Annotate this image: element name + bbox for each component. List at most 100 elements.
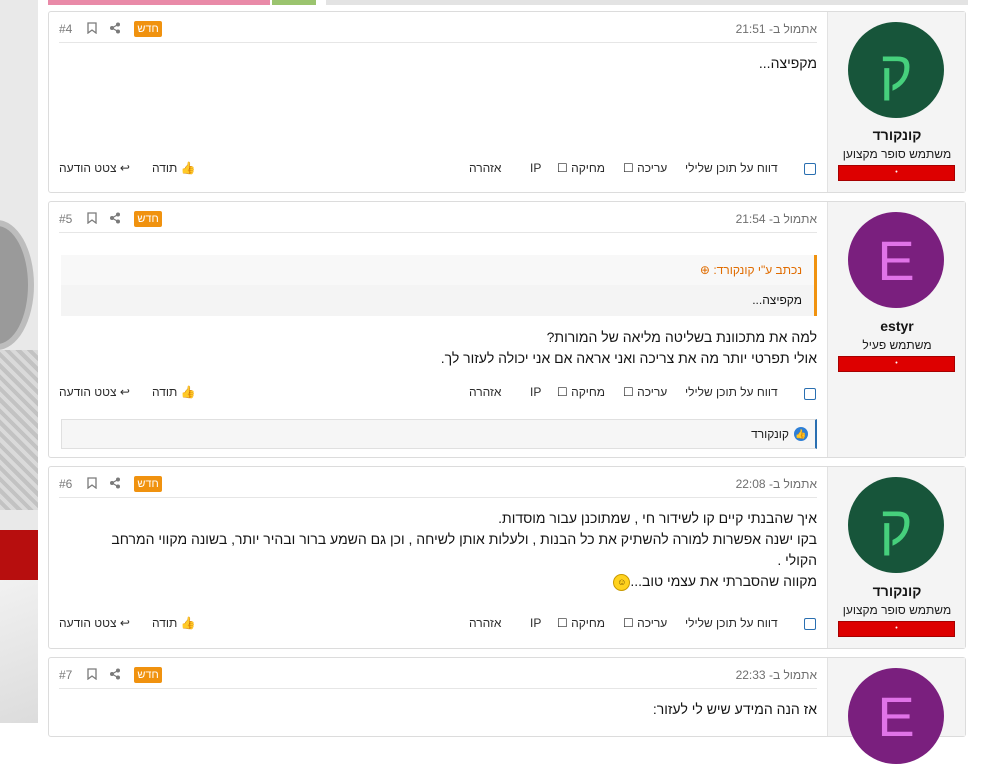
quote-label: צטט הודעה (59, 616, 117, 630)
message-line: אז הנה המידע שיש לי לעזור: (652, 701, 817, 717)
quote-block: נכתב ע"י קונקורד: ⊕ מקפיצה... (61, 255, 817, 316)
left-background-decoration (0, 0, 38, 723)
select-post-checkbox[interactable] (804, 388, 816, 400)
post-timestamp[interactable]: אתמול ב- 21:54 (736, 212, 817, 226)
reply-icon: ↩ (116, 385, 130, 399)
reaction-user[interactable]: קונקורד (751, 427, 789, 441)
user-rank-bar: • (838, 621, 955, 637)
quote-text: מקפיצה... (752, 293, 802, 307)
quote-header[interactable]: נכתב ע"י קונקורד: ⊕ (61, 255, 814, 285)
ip-link[interactable]: IP (530, 161, 541, 175)
author-name[interactable]: קונקורד (828, 583, 966, 599)
message-line: למה את מתכוונת בשליטה מליאה של המורות? (546, 329, 817, 345)
avatar[interactable]: ק (848, 22, 944, 118)
edit-label: עריכה (637, 616, 668, 630)
ip-link[interactable]: IP (530, 616, 541, 630)
thanks-button[interactable]: תודה 👍 (152, 161, 196, 175)
message-line: הקולי . (777, 552, 817, 568)
new-badge: חדש (134, 476, 162, 492)
post-6: ק קונקורד משתמש סופר מקצוען • אתמול ב- 2… (48, 466, 966, 649)
post-number-link[interactable]: #6 (59, 477, 72, 491)
bookmark-icon[interactable] (87, 668, 97, 683)
author-title: משתמש סופר מקצוען (842, 603, 952, 617)
post-number-link[interactable]: #4 (59, 22, 72, 36)
thanks-label: תודה (152, 385, 178, 399)
edit-label: עריכה (637, 385, 668, 399)
avatar[interactable]: E (848, 212, 944, 308)
author-title: משתמש סופר מקצוען (842, 147, 952, 161)
message-line: בקו ישנה אפשרות למורה להשתיק את כל הבנות… (111, 531, 817, 547)
trash-icon: ☐ (557, 616, 568, 630)
post-4: ק קונקורד משתמש סופר מקצוען • אתמול ב- 2… (48, 11, 966, 193)
post-5: E estyr משתמש פעיל • אתמול ב- 21:54 חדש … (48, 201, 966, 458)
share-icon[interactable] (109, 477, 121, 492)
post-timestamp[interactable]: אתמול ב- 22:33 (736, 668, 817, 682)
post-header: אתמול ב- 22:33 חדש #7 (59, 658, 817, 689)
warn-link[interactable]: אזהרה (469, 161, 501, 175)
report-link[interactable]: דווח על תוכן שלילי (685, 385, 778, 399)
bookmark-icon[interactable] (87, 477, 97, 492)
post-timestamp[interactable]: אתמול ב- 21:51 (736, 22, 817, 36)
quote-button[interactable]: צטט הודעה ↩ (59, 616, 130, 630)
message-line: מקפיצה... (758, 55, 817, 71)
edit-link[interactable]: ☐ עריכה (623, 385, 667, 399)
avatar[interactable]: ק (848, 477, 944, 573)
thumbs-up-icon: 👍 (177, 385, 196, 399)
delete-label: מחיקה (571, 385, 606, 399)
bookmark-icon[interactable] (87, 212, 97, 227)
author-title: משתמש פעיל (862, 338, 932, 352)
message-line: איך שהבנתי קיים קו לשידור חי , שמתוכנן ע… (498, 510, 817, 526)
ip-link[interactable]: IP (530, 385, 541, 399)
edit-link[interactable]: ☐ עריכה (623, 161, 667, 175)
new-badge: חדש (134, 211, 162, 227)
thumbs-up-icon: 👍 (177, 616, 196, 630)
delete-label: מחיקה (571, 616, 606, 630)
thanks-label: תודה (152, 616, 178, 630)
post-header: אתמול ב- 22:08 חדש #6 (59, 467, 817, 498)
post-author-panel: ק קונקורד משתמש סופר מקצוען • (827, 12, 965, 192)
warn-link[interactable]: אזהרה (469, 616, 501, 630)
quote-label: צטט הודעה (59, 385, 117, 399)
post-header: אתמול ב- 21:51 חדש #4 (59, 12, 817, 43)
delete-link[interactable]: ☐ מחיקה (557, 385, 605, 399)
avatar[interactable]: E (848, 668, 944, 764)
author-name[interactable]: קונקורד (828, 127, 966, 143)
thumbs-up-icon: 👍 (177, 161, 196, 175)
post-author-panel: E (827, 658, 965, 764)
user-rank-bar: • (838, 356, 955, 372)
post-message: איך שהבנתי קיים קו לשידור חי , שמתוכנן ע… (61, 508, 817, 592)
reply-icon: ↩ (116, 161, 130, 175)
thanks-button[interactable]: תודה 👍 (152, 616, 196, 630)
share-icon[interactable] (109, 212, 121, 227)
select-post-checkbox[interactable] (804, 618, 816, 630)
delete-link[interactable]: ☐ מחיקה (557, 161, 605, 175)
share-icon[interactable] (109, 22, 121, 37)
quote-author: נכתב ע"י קונקורד: (713, 263, 802, 277)
author-name[interactable]: estyr (828, 318, 966, 334)
edit-link[interactable]: ☐ עריכה (623, 616, 667, 630)
edit-icon: ☐ (623, 616, 634, 630)
post-timestamp[interactable]: אתמול ב- 22:08 (736, 477, 817, 491)
post-author-panel: E estyr משתמש פעיל • (827, 202, 965, 457)
delete-link[interactable]: ☐ מחיקה (557, 616, 605, 630)
trash-icon: ☐ (557, 385, 568, 399)
warn-link[interactable]: אזהרה (469, 385, 501, 399)
arrow-up-circle-icon[interactable]: ⊕ (700, 263, 710, 277)
bookmark-icon[interactable] (87, 22, 97, 37)
report-link[interactable]: דווח על תוכן שלילי (685, 616, 778, 630)
post-7: E אתמול ב- 22:33 חדש #7 אז הנה המידע שיש… (48, 657, 966, 764)
edit-icon: ☐ (623, 161, 634, 175)
report-link[interactable]: דווח על תוכן שלילי (685, 161, 778, 175)
post-number-link[interactable]: #7 (59, 668, 72, 682)
edit-icon: ☐ (623, 385, 634, 399)
thanks-button[interactable]: תודה 👍 (152, 385, 196, 399)
post-number-link[interactable]: #5 (59, 212, 72, 226)
quote-button[interactable]: צטט הודעה ↩ (59, 385, 130, 399)
new-badge: חדש (134, 667, 162, 683)
share-icon[interactable] (109, 668, 121, 683)
reactions-bar[interactable]: 👍 קונקורד (61, 419, 817, 449)
smiley-icon: ☺ (613, 573, 631, 591)
quote-button[interactable]: צטט הודעה ↩ (59, 161, 130, 175)
select-post-checkbox[interactable] (804, 163, 816, 175)
like-reaction-icon: 👍 (794, 427, 808, 441)
